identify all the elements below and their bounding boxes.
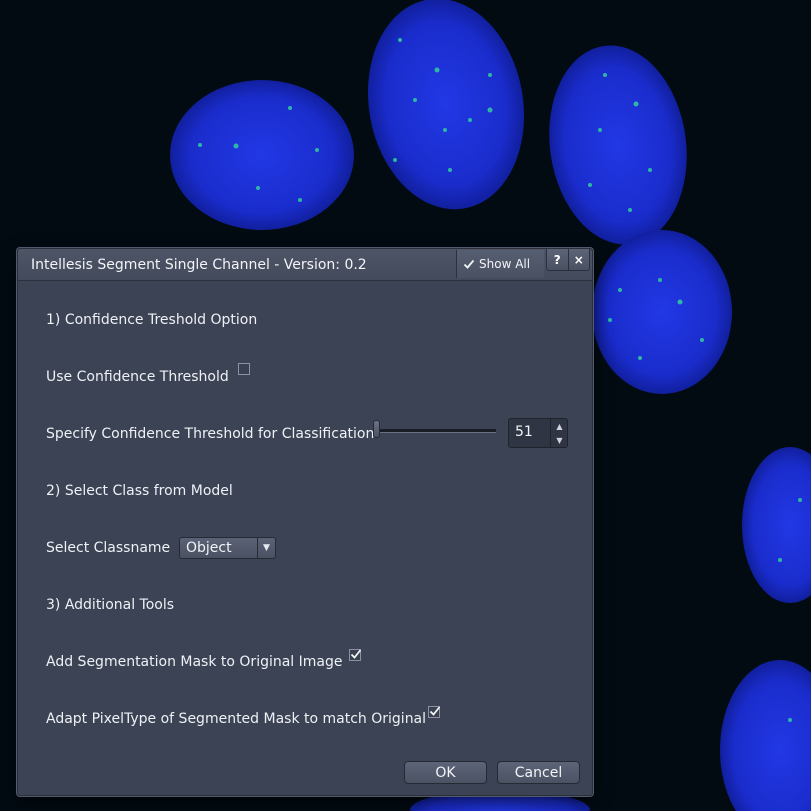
checkmark-icon xyxy=(350,649,362,659)
spin-buttons: ▲ ▼ xyxy=(550,419,568,447)
confidence-section-heading: 1) Confidence Treshold Option xyxy=(46,312,258,328)
confidence-threshold-value[interactable]: 51 xyxy=(515,424,533,440)
add-mask-label: Add Segmentation Mask to Original Image xyxy=(46,654,343,670)
cancel-button[interactable]: Cancel xyxy=(497,761,580,784)
adapt-pixeltype-checkbox[interactable] xyxy=(428,706,441,718)
class-section-heading: 2) Select Class from Model xyxy=(46,483,233,499)
classname-value: Object xyxy=(186,540,232,556)
show-all-label: Show All xyxy=(479,257,531,271)
dialog-titlebar[interactable]: Intellesis Segment Single Channel - Vers… xyxy=(18,249,592,281)
segment-dialog: Intellesis Segment Single Channel - Vers… xyxy=(17,248,593,796)
tools-section-heading: 3) Additional Tools xyxy=(46,597,175,613)
confidence-threshold-label: Specify Confidence Threshold for Classif… xyxy=(46,426,375,442)
classname-select[interactable]: Object ▼ xyxy=(179,537,276,559)
chevron-down-icon[interactable]: ▼ xyxy=(257,538,275,558)
help-button[interactable]: ? xyxy=(547,249,568,270)
confidence-threshold-spinbox[interactable]: 51 ▲ ▼ xyxy=(508,418,568,448)
use-confidence-label: Use Confidence Threshold xyxy=(46,369,229,385)
ok-button[interactable]: OK xyxy=(404,761,487,784)
arrow-down-icon[interactable]: ▼ xyxy=(551,433,568,447)
confidence-slider-thumb[interactable] xyxy=(373,420,380,438)
dialog-title: Intellesis Segment Single Channel - Vers… xyxy=(31,257,367,273)
add-mask-checkbox[interactable] xyxy=(349,649,362,661)
classname-label: Select Classname xyxy=(46,540,171,556)
checkmark-icon xyxy=(429,706,441,716)
adapt-pixeltype-label: Adapt PixelType of Segmented Mask to mat… xyxy=(46,711,427,727)
arrow-up-icon[interactable]: ▲ xyxy=(551,419,568,433)
close-button[interactable]: × xyxy=(567,249,590,270)
window-controls: ? × xyxy=(546,249,590,271)
checkmark-icon xyxy=(463,259,475,269)
show-all-button[interactable]: Show All xyxy=(456,250,544,278)
use-confidence-checkbox[interactable] xyxy=(238,363,250,375)
confidence-slider-track[interactable] xyxy=(376,429,496,433)
